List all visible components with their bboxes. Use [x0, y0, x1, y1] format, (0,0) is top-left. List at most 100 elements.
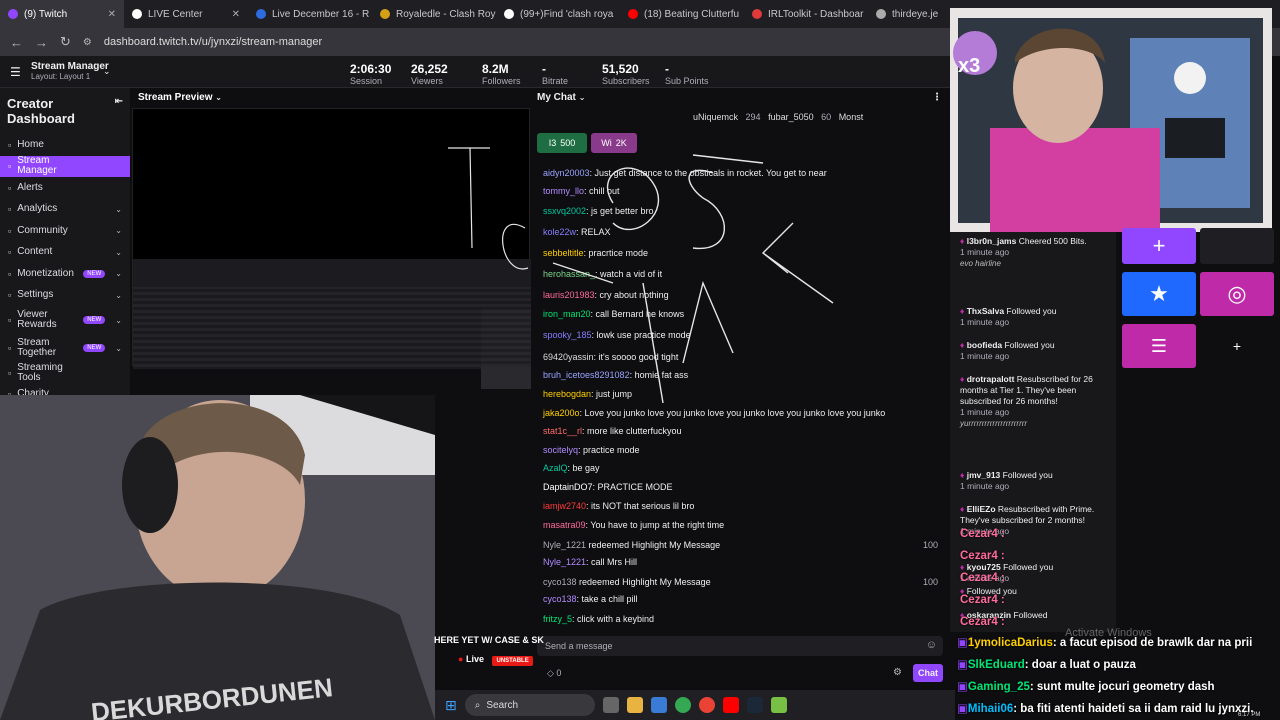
- chat-message[interactable]: AzalQ: be gay: [543, 463, 600, 473]
- sidebar-item-stream-manager[interactable]: ▫ Stream Manager: [0, 155, 130, 177]
- viewer-name[interactable]: fubar_5050: [768, 112, 814, 122]
- browser-tab[interactable]: LIVE Center ✕: [124, 0, 248, 28]
- chat-username[interactable]: DaptainDO7: [543, 482, 593, 492]
- chat-message[interactable]: 69420yassin: it's soooo good tight: [543, 352, 678, 362]
- chat-message[interactable]: fritzy_5: click with a keybind: [543, 614, 654, 624]
- chat-message[interactable]: aidyn20003: Just get distance to the obs…: [543, 168, 827, 178]
- chat-username[interactable]: iron_man20: [543, 309, 591, 319]
- hype-chat-pill[interactable]: Wi 2K: [591, 133, 637, 153]
- chat-message[interactable]: Nyle_1221: call Mrs Hill: [543, 557, 637, 567]
- hype-chat-pill[interactable]: I3 500: [537, 133, 587, 153]
- browser-tab[interactable]: Royaledle - Clash Roy✕: [372, 0, 496, 28]
- sidebar-item-analytics[interactable]: ▫ Analytics ⌄: [0, 199, 130, 221]
- viewer-name[interactable]: Monst: [839, 112, 864, 122]
- close-icon[interactable]: ✕: [232, 9, 240, 20]
- activity-feed-item[interactable]: ♦ boofieda Followed you 1 minute ago: [960, 340, 1100, 362]
- sidebar-item-streaming-tools[interactable]: ▫ Streaming Tools: [0, 362, 130, 384]
- chat-username[interactable]: AzalQ: [543, 463, 568, 473]
- chat-message[interactable]: cyco138: take a chill pill: [543, 594, 638, 604]
- chat-username[interactable]: cyco138: [543, 594, 577, 604]
- chat-username[interactable]: iamjw2740: [543, 501, 586, 511]
- reload-icon[interactable]: ↻: [60, 34, 71, 50]
- chat-message[interactable]: iron_man20: call Bernard he knows: [543, 309, 684, 319]
- chat-message[interactable]: socitelyq: practice mode: [543, 445, 640, 455]
- taskbar-search[interactable]: ⌕ Search: [464, 694, 595, 716]
- app-icon[interactable]: [770, 697, 787, 713]
- sidebar-item-content[interactable]: ▫ Content ⌄: [0, 242, 130, 264]
- chat-username[interactable]: herebogdan: [543, 389, 591, 399]
- forward-icon[interactable]: →: [35, 35, 48, 50]
- chat-message[interactable]: tommy_llo: chill out: [543, 186, 620, 196]
- add-quick-action-button[interactable]: +: [1122, 228, 1196, 264]
- browser-tab[interactable]: IRLToolkit - Dashboar✕: [744, 0, 868, 28]
- chat-settings-icon[interactable]: ⚙: [893, 667, 902, 678]
- menu-icon[interactable]: ☰: [10, 65, 21, 79]
- chat-message[interactable]: herebogdan: just jump: [543, 389, 632, 399]
- browser-tab[interactable]: (9) Twitch ✕: [0, 0, 124, 28]
- sidebar-item-stream-together[interactable]: ▫ Stream Together NEW ⌄: [0, 334, 130, 362]
- raid-icon[interactable]: ◎: [1200, 272, 1274, 316]
- ad-icon[interactable]: ☰: [1122, 324, 1196, 368]
- channel-points[interactable]: ◇ 0: [547, 668, 561, 679]
- chat-username[interactable]: tommy_llo: [543, 186, 584, 196]
- chat-username[interactable]: 69420yassin: [543, 352, 594, 362]
- sidebar-item-home[interactable]: ▫ Home: [0, 134, 130, 156]
- chat-username[interactable]: fritzy_5: [543, 614, 572, 624]
- layout-selector[interactable]: Layout: Layout 1: [31, 72, 109, 81]
- sidebar-item-community[interactable]: ▫ Community ⌄: [0, 220, 130, 242]
- chat-username[interactable]: socitelyq: [543, 445, 578, 455]
- star-icon[interactable]: ★: [1122, 272, 1196, 316]
- chat-message[interactable]: jaka200o: Love you junko love you junko …: [543, 408, 885, 418]
- chat-message[interactable]: spooky_185: lowk use practice mode: [543, 330, 691, 340]
- close-icon[interactable]: ✕: [108, 9, 116, 20]
- sidebar-item-viewer-rewards[interactable]: ▫ Viewer Rewards NEW ⌄: [0, 306, 130, 334]
- chat-message[interactable]: bruh_icetoes8291082: homie fat ass: [543, 370, 688, 380]
- emote-icon[interactable]: ☺: [926, 639, 937, 651]
- activity-feed-item[interactable]: ♦ drotrapalott Resubscribed for 26 month…: [960, 374, 1100, 429]
- chat-message[interactable]: herohassan_: watch a vid of it: [543, 269, 662, 279]
- chrome-icon[interactable]: [674, 697, 691, 713]
- chat-message[interactable]: lauris201983: cry about nothing: [543, 290, 669, 300]
- chat-username[interactable]: aidyn20003: [543, 168, 590, 178]
- chat-username[interactable]: kole22w: [543, 227, 576, 237]
- stream-preview-title[interactable]: Stream Preview ⌄: [130, 88, 530, 108]
- activity-feed-item[interactable]: ♦ ThxSalva Followed you 1 minute ago: [960, 306, 1100, 328]
- browser-tab[interactable]: Live December 16 - R✕: [248, 0, 372, 28]
- chat-username[interactable]: spooky_185: [543, 330, 592, 340]
- chat-message[interactable]: masatra09: You have to jump at the right…: [543, 520, 724, 530]
- collapse-icon[interactable]: ⇤: [115, 96, 123, 126]
- chat-message[interactable]: iamjw2740: its NOT that serious lil bro: [543, 501, 694, 511]
- chat-username[interactable]: jaka200o: [543, 408, 580, 418]
- windows-start-icon[interactable]: ⊞: [445, 697, 457, 714]
- chat-username[interactable]: stat1c__rl: [543, 426, 582, 436]
- chat-send-button[interactable]: Chat: [913, 664, 943, 682]
- chat-username[interactable]: lauris201983: [543, 290, 595, 300]
- chat-username[interactable]: bruh_icetoes8291082: [543, 370, 630, 380]
- chat-username[interactable]: masatra09: [543, 520, 586, 530]
- add-action-icon[interactable]: +: [1200, 324, 1274, 368]
- activity-feed-item[interactable]: ♦ jmv_913 Followed you 1 minute ago: [960, 470, 1100, 492]
- steam-icon[interactable]: [746, 697, 763, 713]
- chat-username[interactable]: sebbeltitle: [543, 248, 584, 258]
- site-info-icon[interactable]: ⚙: [83, 37, 92, 48]
- more-icon[interactable]: ⋮: [932, 92, 942, 103]
- browser-tab[interactable]: (99+)Find 'clash roya✕: [496, 0, 620, 28]
- chat-message[interactable]: stat1c__rl: more like clutterfuckyou: [543, 426, 682, 436]
- task-view-icon[interactable]: [602, 697, 619, 713]
- sidebar-item-monetization[interactable]: ▫ Monetization NEW ⌄: [0, 263, 130, 285]
- viewer-name[interactable]: uNiquemck: [693, 112, 738, 122]
- folder-icon[interactable]: [626, 697, 643, 713]
- youtube-icon[interactable]: [722, 697, 739, 713]
- chat-message[interactable]: sebbeltitle: pracrtice mode: [543, 248, 648, 258]
- chat-username[interactable]: herohassan_: [543, 269, 595, 279]
- chat-message[interactable]: kole22w: RELAX: [543, 227, 611, 237]
- chevron-down-icon[interactable]: ⌄: [103, 66, 111, 77]
- back-icon[interactable]: ←: [10, 35, 23, 50]
- browser-tab[interactable]: (18) Beating Clutterfu✕: [620, 0, 744, 28]
- url-field[interactable]: dashboard.twitch.tv/u/jynxzi/stream-mana…: [104, 36, 322, 48]
- chat-title[interactable]: My Chat ⌄ ⋮: [533, 88, 946, 108]
- chat-username[interactable]: ssxvq2002: [543, 206, 586, 216]
- store-icon[interactable]: [650, 697, 667, 713]
- chat-message[interactable]: ssxvq2002: js get better bro: [543, 206, 654, 216]
- sidebar-item-settings[interactable]: ▫ Settings ⌄: [0, 285, 130, 307]
